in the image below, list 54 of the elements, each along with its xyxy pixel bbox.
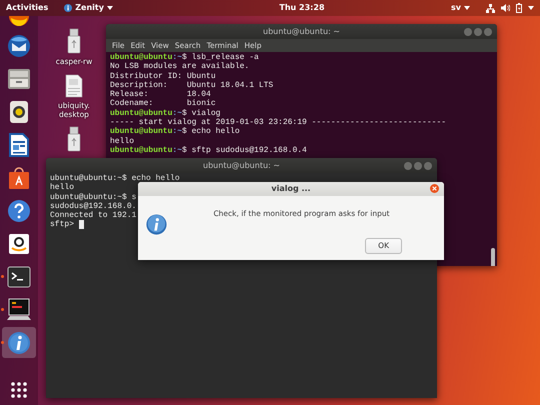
document-icon xyxy=(9,132,29,156)
close-button[interactable] xyxy=(484,28,492,36)
terminal-line: ----- start vialog at 2019-01-03 23:26:19 ---------------------------- xyxy=(110,118,446,128)
terminal-line: Distributor ID: Ubuntu xyxy=(110,72,216,81)
terminal-line: Connected to 192.1 xyxy=(50,211,136,220)
keyboard-layout[interactable]: sv xyxy=(451,0,461,16)
shopping-bag-icon xyxy=(8,166,30,190)
caret-icon xyxy=(106,6,113,10)
monitor-icon xyxy=(7,298,31,322)
dock-button[interactable] xyxy=(2,327,36,358)
minimize-button[interactable] xyxy=(404,162,412,170)
maximize-button[interactable] xyxy=(414,162,422,170)
terminal-line: sftp> xyxy=(50,220,76,230)
terminal-line: ubuntu@ubuntu:~$ sftp sudodus@192.168.0.4 xyxy=(110,146,307,156)
usb-drive-icon[interactable] xyxy=(67,126,81,152)
info-icon xyxy=(146,214,167,235)
terminal-line: ubuntu@ubuntu:~$ s xyxy=(50,192,136,202)
activities-button[interactable]: Activities xyxy=(6,0,48,16)
app-grid-icon[interactable] xyxy=(10,380,28,399)
close-button[interactable] xyxy=(430,184,439,193)
help-icon xyxy=(7,198,31,222)
speaker-icon xyxy=(9,100,29,124)
browser-icon xyxy=(7,16,31,27)
usb-drive-icon[interactable] xyxy=(67,28,81,54)
caret-icon xyxy=(464,6,470,10)
terminal-line: ubuntu@ubuntu:~$ vialog xyxy=(110,108,220,118)
info-icon xyxy=(64,4,72,12)
file-cabinet-icon xyxy=(7,68,31,90)
maximize-button[interactable] xyxy=(474,28,482,36)
app-menu[interactable]: Zenity xyxy=(75,0,104,16)
close-button[interactable] xyxy=(424,162,432,170)
terminal-line: Description: Ubuntu 18.04.1 LTS xyxy=(110,80,274,90)
terminal-line: sudodus@192.168.0. xyxy=(50,202,136,211)
terminal-line: Release: 18.04 xyxy=(110,90,211,100)
terminal-line: Codename: bionic xyxy=(110,99,216,109)
window-title: ubuntu@ubuntu: ~ xyxy=(263,27,340,36)
volume-icon[interactable] xyxy=(500,4,510,12)
info-icon xyxy=(7,330,31,354)
terminal-icon xyxy=(7,266,31,288)
caret-icon[interactable] xyxy=(528,6,534,10)
clock[interactable]: Thu 23:28 xyxy=(239,0,325,16)
mail-icon xyxy=(7,34,31,58)
dialog-title: vialog ... xyxy=(271,184,311,193)
terminal-line: ubuntu@ubuntu:~$ lsb_release -a xyxy=(110,53,259,62)
terminal-line: hello xyxy=(110,136,134,146)
text-file-icon[interactable] xyxy=(65,74,83,98)
minimize-button[interactable] xyxy=(464,28,472,36)
terminal-line: ubuntu@ubuntu:~$ echo hello xyxy=(110,127,240,137)
network-icon[interactable] xyxy=(486,4,495,12)
battery-icon[interactable] xyxy=(516,3,522,13)
window-title: ubuntu@ubuntu: ~ xyxy=(203,161,280,170)
terminal-line: ubuntu@ubuntu:~$ echo hello xyxy=(50,174,180,183)
terminal-line: hello xyxy=(50,183,74,193)
terminal-line: No LSB modules are available. xyxy=(110,62,250,72)
